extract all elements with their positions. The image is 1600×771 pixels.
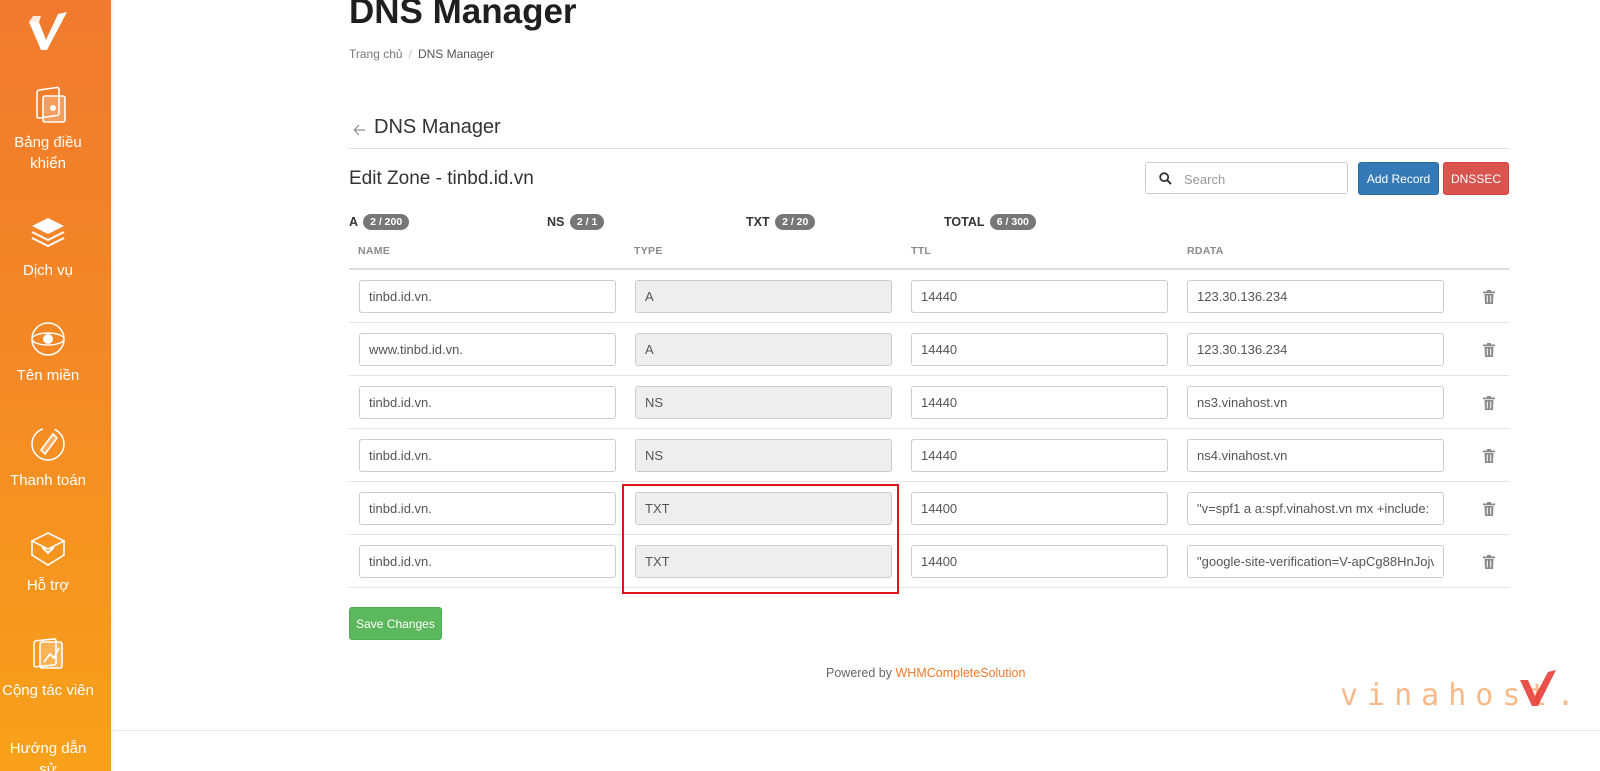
vinahost-watermark: vinahost.: [1340, 662, 1575, 722]
count-ns: NS 2 / 1: [547, 214, 605, 230]
count-label: NS: [547, 215, 565, 229]
section-title: DNS Manager: [374, 116, 501, 138]
table-header-divider: [349, 268, 1509, 270]
vinahost-logo-icon[interactable]: [27, 10, 69, 54]
row-divider: [349, 375, 1509, 376]
row-divider: [349, 587, 1509, 588]
sidebar-item-label: Bảng điều khiển: [14, 134, 82, 172]
count-label: TXT: [746, 215, 770, 229]
ttl-field[interactable]: [911, 386, 1168, 419]
count-label: TOTAL: [944, 215, 985, 229]
watermark-check-icon: [1520, 670, 1556, 706]
breadcrumb-home-link[interactable]: Trang chủ: [349, 47, 403, 61]
support-icon: [30, 532, 66, 566]
save-changes-button[interactable]: Save Changes: [349, 607, 442, 640]
count-total: TOTAL 6 / 300: [944, 214, 1036, 230]
dnssec-button[interactable]: DNSSEC: [1443, 162, 1509, 195]
row-divider: [349, 428, 1509, 429]
powered-by-text: Powered by: [826, 666, 893, 680]
type-field[interactable]: [635, 280, 892, 313]
affiliate-icon: [33, 638, 63, 669]
search-field[interactable]: [1145, 162, 1348, 194]
row-divider: [349, 534, 1509, 535]
add-record-button[interactable]: Add Record: [1358, 162, 1439, 195]
trash-icon[interactable]: [1483, 396, 1495, 410]
type-field[interactable]: [635, 386, 892, 419]
sidebar-item-services[interactable]: Dịch vụ: [0, 214, 96, 281]
count-label: A: [349, 215, 358, 229]
rdata-field[interactable]: [1187, 333, 1444, 366]
breadcrumb-separator: /: [408, 47, 412, 61]
type-field[interactable]: [635, 333, 892, 366]
row-divider: [349, 481, 1509, 482]
count-badge: 2 / 1: [569, 214, 605, 230]
txt-type-highlight-box: [622, 484, 899, 594]
arrow-left-icon[interactable]: 🡠: [353, 119, 366, 146]
footer-divider: [111, 730, 1600, 731]
dashboard-icon: [36, 86, 66, 123]
column-header-rdata: RDATA: [1187, 245, 1224, 257]
ttl-field[interactable]: [911, 492, 1168, 525]
ttl-field[interactable]: [911, 333, 1168, 366]
sidebar-item-support[interactable]: Hỗ trợ: [0, 529, 96, 596]
sidebar-shadow: [111, 0, 115, 771]
sidebar-item-dashboard[interactable]: Bảng điều khiển: [0, 86, 96, 174]
trash-icon[interactable]: [1483, 290, 1495, 304]
column-header-name: NAME: [358, 245, 391, 257]
ttl-field[interactable]: [911, 545, 1168, 578]
column-header-type: TYPE: [634, 245, 663, 257]
count-badge: 2 / 20: [775, 214, 816, 230]
count-txt: TXT 2 / 20: [746, 214, 816, 230]
trash-icon[interactable]: [1483, 343, 1495, 357]
trash-icon[interactable]: [1483, 449, 1495, 463]
sidebar-item-affiliate[interactable]: Cộng tác viên: [0, 634, 96, 701]
rdata-field[interactable]: [1187, 545, 1444, 578]
trash-icon[interactable]: [1483, 502, 1495, 516]
services-icon: [31, 218, 65, 248]
sidebar-item-label: Tên miền: [16, 367, 80, 384]
trash-icon[interactable]: [1483, 555, 1495, 569]
page-title: DNS Manager: [349, 0, 577, 31]
count-a: A 2 / 200: [349, 214, 410, 230]
rdata-field[interactable]: [1187, 280, 1444, 313]
name-field[interactable]: [359, 439, 616, 472]
sidebar-item-label: Dịch vụ: [22, 262, 74, 279]
name-field[interactable]: [359, 333, 616, 366]
column-header-ttl: TTL: [911, 245, 932, 257]
rdata-field[interactable]: [1187, 439, 1444, 472]
name-field[interactable]: [359, 545, 616, 578]
count-badge: 2 / 200: [363, 214, 410, 230]
sidebar-item-label: Thanh toán: [10, 472, 86, 489]
search-icon: [1159, 172, 1172, 185]
count-badge: 6 / 300: [989, 214, 1036, 230]
search-input[interactable]: [1182, 167, 1341, 191]
rdata-field[interactable]: [1187, 386, 1444, 419]
sidebar-item-label: Hỗ trợ: [26, 577, 70, 594]
breadcrumb: Trang chủ / DNS Manager: [349, 47, 494, 61]
whmcs-link[interactable]: WHMCompleteSolution: [896, 666, 1026, 680]
billing-icon: [31, 427, 65, 461]
ttl-field[interactable]: [911, 280, 1168, 313]
type-field[interactable]: [635, 439, 892, 472]
row-divider: [349, 322, 1509, 323]
breadcrumb-current: DNS Manager: [417, 47, 494, 61]
domain-icon: [31, 322, 65, 356]
sidebar-item-billing[interactable]: Thanh toán: [0, 424, 96, 491]
name-field[interactable]: [359, 280, 616, 313]
sidebar-item-domains[interactable]: Tên miền: [0, 319, 96, 386]
name-field[interactable]: [359, 492, 616, 525]
name-field[interactable]: [359, 386, 616, 419]
sidebar: Bảng điều khiển Dịch vụ Tên miền Thanh t…: [0, 0, 111, 771]
sidebar-item-label: Hướng dẫn sử: [9, 740, 87, 771]
rdata-field[interactable]: [1187, 492, 1444, 525]
sidebar-item-guide[interactable]: Hướng dẫn sử: [0, 732, 96, 771]
zone-title: Edit Zone - tinbd.id.vn: [349, 168, 534, 189]
ttl-field[interactable]: [911, 439, 1168, 472]
section-header: 🡠 DNS Manager: [349, 116, 1509, 149]
sidebar-item-label: Cộng tác viên: [2, 682, 94, 699]
